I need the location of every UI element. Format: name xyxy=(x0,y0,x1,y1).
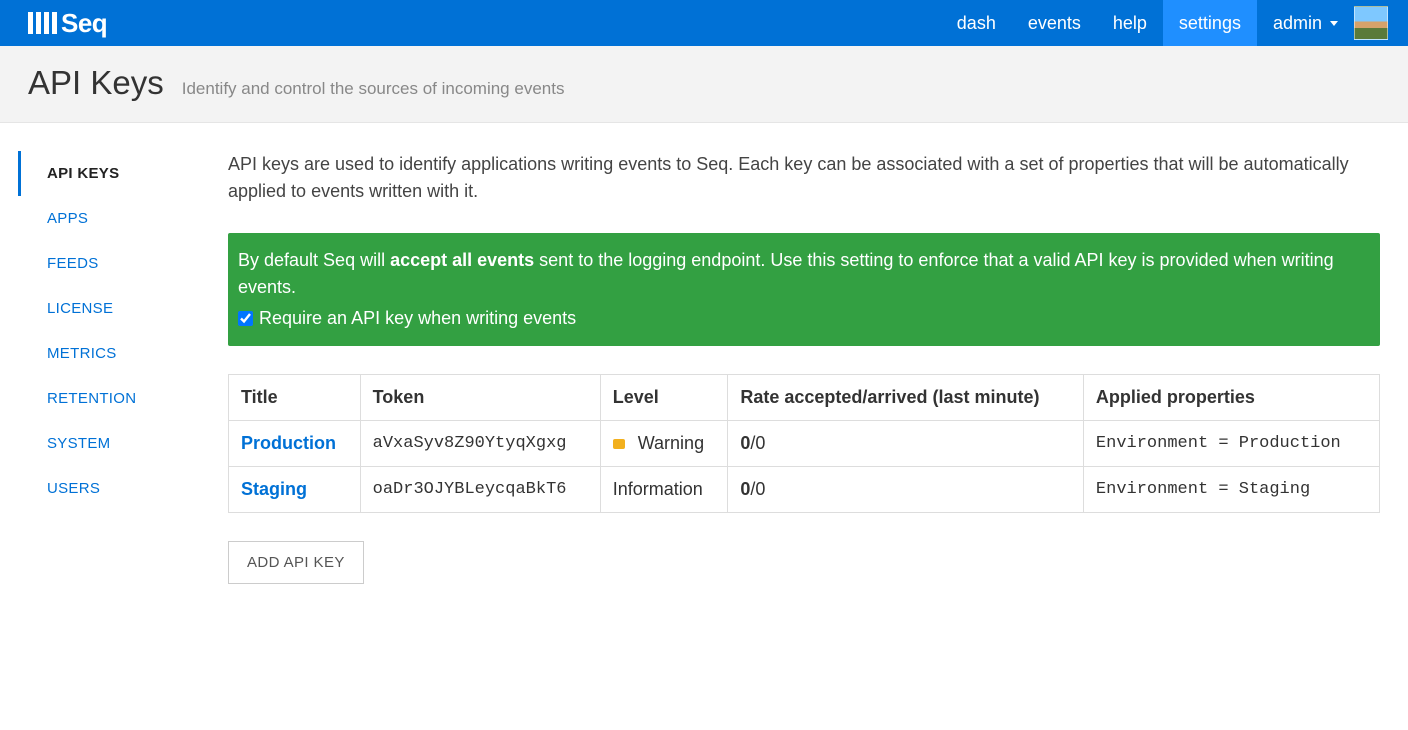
api-key-token: aVxaSyv8Z90YtyqXgxg xyxy=(360,421,600,467)
sidebar-item-retention[interactable]: RETENTION xyxy=(18,376,198,421)
user-label: admin xyxy=(1273,13,1322,34)
api-key-properties: Environment = Staging xyxy=(1083,467,1379,513)
col-token: Token xyxy=(360,375,600,421)
page-title: API Keys xyxy=(28,64,164,102)
add-api-key-button[interactable]: ADD API KEY xyxy=(228,541,364,584)
level-indicator-icon xyxy=(613,439,625,449)
brand-logo[interactable]: Seq xyxy=(28,0,107,46)
main-area: API KEYSAPPSFEEDSLICENSEMETRICSRETENTION… xyxy=(0,123,1408,612)
api-key-properties: Environment = Production xyxy=(1083,421,1379,467)
require-api-key-checkbox[interactable] xyxy=(238,311,253,326)
api-key-token: oaDr3OJYBLeycqaBkT6 xyxy=(360,467,600,513)
table-row: Staging oaDr3OJYBLeycqaBkT6 Information0/… xyxy=(229,467,1380,513)
brand-text: Seq xyxy=(61,8,107,39)
require-api-key-row[interactable]: Require an API key when writing events xyxy=(238,305,1370,332)
api-key-rate: 0/0 xyxy=(728,421,1084,467)
user-menu[interactable]: admin xyxy=(1257,0,1394,46)
api-keys-table: TitleTokenLevelRate accepted/arrived (la… xyxy=(228,374,1380,513)
sidebar-item-license[interactable]: LICENSE xyxy=(18,286,198,331)
col-applied: Applied properties xyxy=(1083,375,1379,421)
intro-text: API keys are used to identify applicatio… xyxy=(228,151,1380,205)
require-api-key-banner: By default Seq will accept all events se… xyxy=(228,233,1380,346)
sidebar-item-users[interactable]: USERS xyxy=(18,466,198,511)
col-title: Title xyxy=(229,375,361,421)
sidebar-item-system[interactable]: SYSTEM xyxy=(18,421,198,466)
api-key-level: Warning xyxy=(600,421,728,467)
page-subtitle: Identify and control the sources of inco… xyxy=(182,79,565,99)
settings-sidebar: API KEYSAPPSFEEDSLICENSEMETRICSRETENTION… xyxy=(18,151,198,584)
content-area: API keys are used to identify applicatio… xyxy=(228,151,1390,584)
nav-settings[interactable]: settings xyxy=(1163,0,1257,46)
nav-events[interactable]: events xyxy=(1012,0,1097,46)
sidebar-item-metrics[interactable]: METRICS xyxy=(18,331,198,376)
api-key-title-link[interactable]: Production xyxy=(241,433,336,453)
banner-text: By default Seq will accept all events se… xyxy=(238,247,1370,301)
api-key-rate: 0/0 xyxy=(728,467,1084,513)
nav-help[interactable]: help xyxy=(1097,0,1163,46)
col-level: Level xyxy=(600,375,728,421)
sidebar-item-feeds[interactable]: FEEDS xyxy=(18,241,198,286)
sidebar-item-apps[interactable]: APPS xyxy=(18,196,198,241)
api-key-title-link[interactable]: Staging xyxy=(241,479,307,499)
top-nav: dasheventshelpsettings admin xyxy=(941,0,1394,46)
page-header: API Keys Identify and control the source… xyxy=(0,46,1408,123)
avatar xyxy=(1354,6,1388,40)
nav-dash[interactable]: dash xyxy=(941,0,1012,46)
brand-bars-icon xyxy=(28,12,57,34)
api-key-level: Information xyxy=(600,467,728,513)
sidebar-item-api-keys[interactable]: API KEYS xyxy=(18,151,198,196)
require-api-key-label: Require an API key when writing events xyxy=(259,305,576,332)
table-row: Production aVxaSyv8Z90YtyqXgxg Warning0/0… xyxy=(229,421,1380,467)
table-body: Production aVxaSyv8Z90YtyqXgxg Warning0/0… xyxy=(229,421,1380,513)
topbar: Seq dasheventshelpsettings admin xyxy=(0,0,1408,46)
table-header-row: TitleTokenLevelRate accepted/arrived (la… xyxy=(229,375,1380,421)
chevron-down-icon xyxy=(1330,21,1338,26)
col-rate: Rate accepted/arrived (last minute) xyxy=(728,375,1084,421)
